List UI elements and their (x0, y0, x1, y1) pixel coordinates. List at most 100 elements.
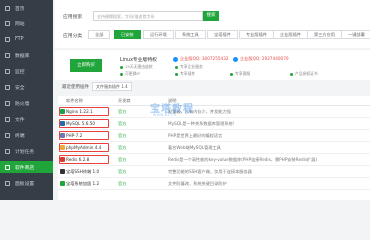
banner-title: Linux专业版特权 (120, 58, 157, 63)
filter-runtime[interactable]: 运行环境 (143, 30, 174, 39)
recent-label: 最近使用插件 (62, 85, 89, 90)
sidebar-item-label: 数据库 (15, 53, 30, 59)
software-description: 著名Web端MySQL管理工具 (168, 145, 221, 150)
qq-icon (233, 56, 238, 62)
software-description: 完整功能的SSH客户端，仅用于连接本服务器 (168, 169, 252, 174)
qq-contact-2[interactable]: 企业版QQ: 2927440070 (233, 56, 289, 62)
firewall-icon (5, 100, 10, 106)
filter-installed[interactable]: 已安装 (114, 30, 141, 39)
software-name[interactable]: 宝塔系统加固 1.2 (66, 181, 99, 187)
filter-system-tools[interactable]: 系统工具 (175, 30, 206, 39)
qq-contact-1[interactable]: 企业版QQ: 3007255432 (173, 56, 229, 62)
sidebar-item-firewall[interactable]: 防火墙 (0, 97, 53, 109)
qq-contact-text: 企业版QQ: 2927440070 (240, 56, 289, 61)
sidebar-item-label: 计划任务 (15, 149, 35, 155)
filter-third-party[interactable]: 第三方应用 (307, 30, 342, 39)
software-name[interactable]: 宝塔SSH终端 1.0 (66, 169, 99, 175)
sidebar: 首页 网站 FTP 数据库 监控 安全 防火墙 文件 终端 计划任务 软件商店 … (0, 0, 53, 200)
sidebar-item-website[interactable]: 网站 (0, 17, 53, 29)
sidebar-item-label: 软件商店 (15, 165, 35, 171)
app-icon (60, 169, 65, 174)
sidebar-item-app-store[interactable]: 软件商店 (0, 161, 53, 173)
terminal-icon (5, 132, 10, 138)
sidebar-item-label: 防火墙 (15, 101, 30, 107)
highlight-box (59, 131, 109, 140)
banner-feature: 可更换IP (120, 71, 140, 77)
gear-icon (5, 180, 10, 186)
filter-pro-plugins[interactable]: 专业版插件 (239, 30, 274, 39)
table-row[interactable]: PHP-7.2 官方 PHP是世界上最好的编程语言 (58, 130, 370, 142)
software-developer: 官方 (118, 145, 127, 150)
banner-feature: 专享企业服务 (175, 64, 203, 70)
filter-one-click-deploy[interactable]: 一键部署 (341, 30, 370, 39)
sidebar-item-label: 网站 (15, 21, 25, 27)
table-row[interactable]: MySQL 5.6.50 官方 MySQL是一种关系数据库管理系统! (58, 118, 370, 130)
software-developer: 官方 (118, 121, 127, 126)
sidebar-item-label: 文件 (15, 117, 25, 123)
database-icon (5, 52, 10, 58)
globe-icon (5, 20, 10, 26)
search-button[interactable]: 搜索 (203, 11, 219, 21)
software-developer: 官方 (118, 109, 127, 114)
column-header-name: 软件名称 (66, 98, 83, 103)
sidebar-item-label: 面板设置 (15, 181, 35, 187)
sidebar-item-security[interactable]: 安全 (0, 81, 53, 93)
banner-feature: 产品授权证书 (290, 71, 318, 77)
software-developer: 官方 (118, 181, 127, 186)
filter-all[interactable]: 全部 (88, 30, 111, 39)
sidebar-item-cron[interactable]: 计划任务 (0, 145, 53, 157)
home-icon (5, 5, 10, 11)
store-icon (5, 164, 10, 170)
column-header-developer: 开发商 (118, 98, 131, 103)
highlight-box (59, 143, 109, 152)
filter-enterprise-plugins[interactable]: 企业版插件 (273, 30, 308, 39)
table-header: 软件名称 开发商 说明 (58, 96, 370, 106)
sidebar-item-database[interactable]: 数据库 (0, 49, 53, 61)
category-label: 应用分类 (63, 34, 83, 39)
software-description: Redis是一个高性能的key-value数据库(PHP连接Redis，需PHP… (168, 157, 318, 162)
search-input[interactable]: 支持模糊搜索，字母/描述首字母 (93, 11, 203, 21)
highlight-box (59, 107, 109, 116)
app-icon (60, 181, 65, 186)
buy-now-button[interactable]: 立即购买 (70, 59, 102, 72)
sidebar-item-terminal[interactable]: 终端 (0, 129, 53, 141)
filter-bt-plugins[interactable]: 宝塔插件 (207, 30, 238, 39)
ftp-icon (5, 36, 10, 42)
sidebar-item-monitor[interactable]: 监控 (0, 65, 53, 77)
highlight-box (59, 119, 109, 128)
banner-feature: 专享插件 (175, 71, 195, 77)
software-description: 文件防篡改，系统关键目录防护 (168, 181, 227, 186)
sidebar-item-label: 终端 (15, 133, 25, 139)
pro-banner: 立即购买 Linux专业版特权 15天无理由退款 可更换IP 专享企业服务 专享… (55, 50, 370, 80)
table-row[interactable]: Redis 6.2.8 官方 Redis是一个高性能的key-value数据库(PH… (58, 154, 370, 166)
software-developer: 官方 (118, 157, 127, 162)
clock-icon (5, 148, 10, 154)
sidebar-item-home[interactable]: 首页 (0, 2, 53, 14)
software-description: PHP是世界上最好的编程语言 (168, 133, 223, 138)
qq-icon (173, 56, 178, 62)
sidebar-item-label: 首页 (15, 6, 25, 12)
folder-icon (5, 116, 10, 122)
table-row[interactable]: 宝塔系统加固 1.2 官方 文件防篡改，系统关键目录防护 (58, 178, 370, 190)
table-row[interactable]: Nginx 1.22.1 官方 轻量级，占有内存少，并发能力强 (58, 106, 370, 118)
sidebar-item-files[interactable]: 文件 (0, 113, 53, 125)
table-row[interactable]: phpMyAdmin 4.4 官方 著名Web端MySQL管理工具 (58, 142, 370, 154)
search-label: 应用搜索 (63, 15, 83, 20)
sidebar-item-settings[interactable]: 面板设置 (0, 177, 53, 189)
qq-contact-text: 企业版QQ: 3007255432 (180, 56, 229, 61)
shield-icon (5, 84, 10, 90)
banner-feature: 15天无理由退款 (120, 64, 153, 70)
sidebar-item-ftp[interactable]: FTP (0, 33, 53, 45)
sidebar-item-label: 安全 (15, 85, 25, 91)
search-filter-panel: 应用搜索 支持模糊搜索，字母/描述首字母 搜索 应用分类 全部 已安装 运行环境… (55, 0, 370, 48)
highlight-box (59, 155, 109, 164)
software-description: MySQL是一种关系数据库管理系统! (168, 121, 235, 126)
software-table: 软件名称 开发商 说明 Nginx 1.22.1 官方 轻量级，占有内存少，并发能力… (58, 96, 370, 200)
watermark-subtext: www.bt.cn (153, 112, 177, 117)
sidebar-item-label: 监控 (15, 69, 25, 75)
software-developer: 官方 (118, 133, 127, 138)
monitor-icon (5, 68, 10, 74)
banner-feature: 专享客服 (230, 71, 250, 77)
recent-plugin-chip[interactable]: 文件服务插件 1.4 (92, 82, 132, 91)
table-row[interactable]: 宝塔SSH终端 1.0 官方 完整功能的SSH客户端，仅用于连接本服务器 (58, 166, 370, 178)
